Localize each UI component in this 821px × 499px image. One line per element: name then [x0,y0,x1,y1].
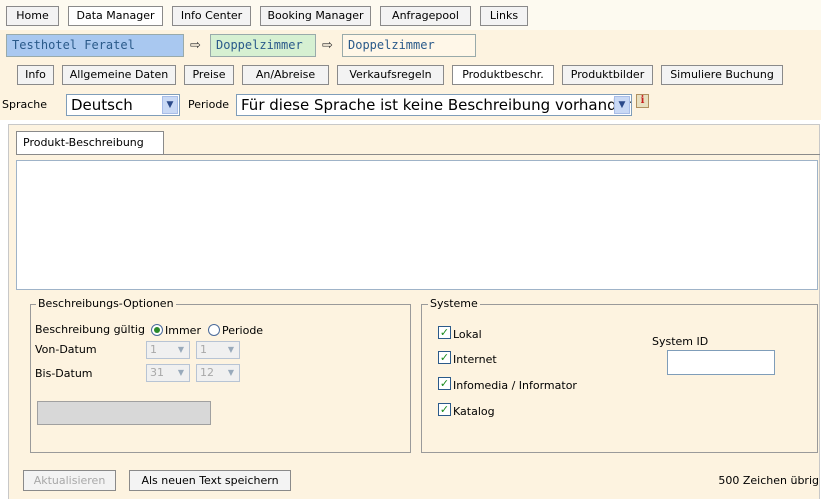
product-tabs: Info Allgemeine Daten Preise An/Abreise … [0,62,821,90]
checkbox-katalog[interactable]: ✓ [438,403,451,416]
to-month-value: 12 [200,366,214,379]
tab-produktbeschreibung[interactable]: Produktbeschr. [452,65,554,85]
checkbox-lokal[interactable]: ✓ [438,326,451,339]
tab-an-abreise[interactable]: An/Abreise [242,65,329,85]
chars-remaining: 500 Zeichen übrig [718,474,819,487]
period-label: Periode [188,98,230,111]
radio-period-label: Periode [222,324,264,337]
from-month-value: 1 [200,343,207,356]
tab-data-manager[interactable]: Data Manager [68,6,163,26]
tab-links[interactable]: Links [480,6,528,26]
tab-booking-manager[interactable]: Booking Manager [260,6,371,26]
period-field [37,401,211,425]
tab-simuliere-buchung[interactable]: Simuliere Buchung [661,65,783,85]
from-day-select[interactable]: 1 ▼ [146,341,190,359]
tab-home[interactable]: Home [6,6,59,26]
breadcrumb-product: Doppelzimmer [342,34,476,57]
chevron-down-icon: ▼ [227,368,235,377]
description-textarea[interactable] [16,160,818,290]
chevron-down-icon: ▼ [227,345,235,354]
language-value: Deutsch [71,96,133,114]
breadcrumb-room[interactable]: Doppelzimmer [210,34,316,57]
radio-always-label: Immer [165,324,201,337]
breadcrumb: Testhotel Feratel ⇨ Doppelzimmer ⇨ Doppe… [0,30,821,62]
radio-always[interactable] [151,324,163,336]
to-day-select[interactable]: 31 ▼ [146,364,190,382]
period-value: Für diese Sprache ist keine Beschreibung… [241,96,632,114]
tab-produkt-beschreibung[interactable]: Produkt-Beschreibung [16,131,164,155]
save-new-text-button[interactable]: Als neuen Text speichern [129,470,291,491]
chevron-down-icon[interactable]: ▼ [614,96,630,114]
arrow-right-icon: ⇨ [190,38,201,53]
options-legend: Beschreibungs-Optionen [36,297,176,311]
tab-allgemeine-daten[interactable]: Allgemeine Daten [62,65,176,85]
chevron-down-icon[interactable]: ▼ [162,96,178,114]
chevron-down-icon: ▼ [177,368,185,377]
filter-bar: Sprache Deutsch ▼ Periode Für diese Spra… [0,90,821,120]
from-month-select[interactable]: 1 ▼ [196,341,240,359]
tab-info[interactable]: Info [17,65,54,85]
language-select[interactable]: Deutsch ▼ [66,94,180,116]
breadcrumb-hotel[interactable]: Testhotel Feratel [6,34,184,57]
chevron-down-icon: ▼ [177,345,185,354]
system-id-label: System ID [652,335,709,348]
info-icon[interactable]: i [636,94,649,108]
from-date-label: Von-Datum [35,343,97,356]
to-day-value: 31 [150,366,164,379]
period-select[interactable]: Für diese Sprache ist keine Beschreibung… [236,94,632,116]
tab-preise[interactable]: Preise [184,65,234,85]
checkbox-infomedia[interactable]: ✓ [438,377,451,390]
tab-info-center[interactable]: Info Center [172,6,251,26]
tab-produktbilder[interactable]: Produktbilder [562,65,653,85]
system-id-input[interactable] [667,350,775,375]
top-navigation: Home Data Manager Info Center Booking Ma… [0,0,821,30]
checkbox-internet[interactable]: ✓ [438,351,451,364]
tab-verkaufsregeln[interactable]: Verkaufsregeln [337,65,444,85]
systems-legend: Systeme [428,297,480,311]
tab-anfragepool[interactable]: Anfragepool [380,6,471,26]
systems-group: Systeme ✓ Lokal ✓ Internet ✓ Infomedia /… [421,297,818,453]
options-group: Beschreibungs-Optionen Beschreibung gült… [30,297,411,453]
from-day-value: 1 [150,343,157,356]
language-label: Sprache [2,98,48,111]
radio-period[interactable] [208,324,220,336]
to-month-select[interactable]: 12 ▼ [196,364,240,382]
checkbox-internet-label: Internet [453,353,497,366]
checkbox-infomedia-label: Infomedia / Informator [453,379,577,392]
valid-label: Beschreibung gültig [35,323,145,336]
checkbox-katalog-label: Katalog [453,405,495,418]
divider [16,154,820,155]
arrow-right-icon: ⇨ [322,38,333,53]
update-button[interactable]: Aktualisieren [23,470,116,491]
to-date-label: Bis-Datum [35,367,93,380]
checkbox-lokal-label: Lokal [453,328,482,341]
